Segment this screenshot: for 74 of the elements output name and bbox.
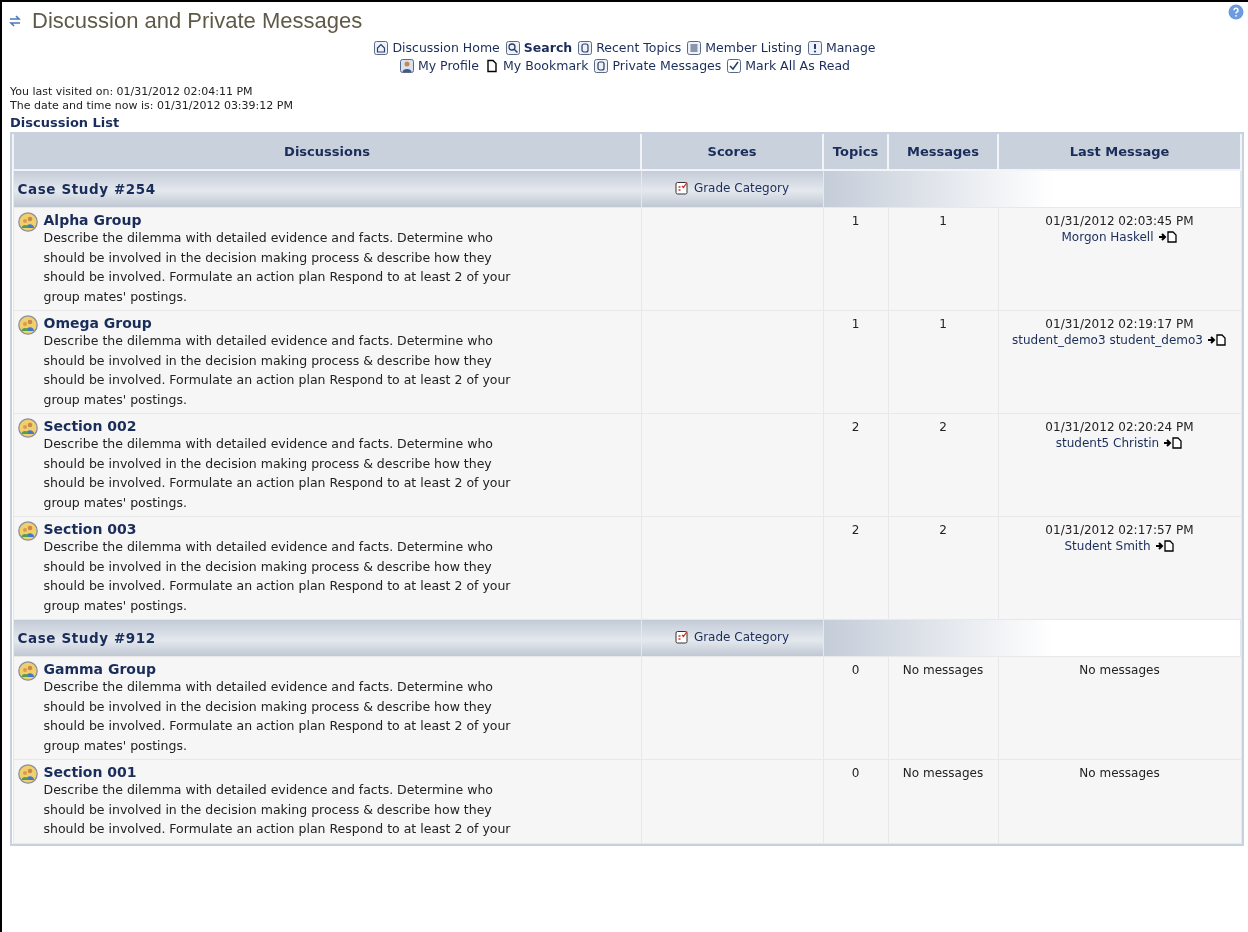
go-to-post-icon[interactable] — [1154, 540, 1175, 552]
author-link[interactable]: Morgon Haskell — [1061, 230, 1154, 244]
forum-description: Describe the dilemma with detailed evidence and facts. Determine who should be involved in the decision making process & describe how they should be involved. Formulate an action plan Respond to at least 2 of your group mates' postings. — [43, 332, 511, 409]
checkbox-icon — [727, 58, 742, 73]
forum-title[interactable]: Section 001 — [43, 764, 511, 780]
grade-icon — [674, 629, 689, 644]
nav-link[interactable]: My Bookmark — [485, 58, 589, 73]
category-title[interactable]: Case Study #254 — [13, 181, 156, 197]
nav-link[interactable]: Manage — [807, 40, 876, 55]
person-icon — [399, 58, 414, 73]
nav-link[interactable]: Mark All As Read — [727, 58, 851, 73]
exclamation-icon — [807, 40, 822, 55]
last-message-time: 01/31/2012 02:03:45 PM — [1045, 214, 1194, 228]
forum-title[interactable]: Omega Group — [43, 315, 511, 331]
nav-link[interactable]: Recent Topics — [578, 40, 682, 55]
last-message-time: 01/31/2012 02:19:17 PM — [1045, 317, 1194, 331]
topic-count: 1 — [851, 317, 860, 331]
group-icon — [17, 661, 38, 681]
sync-icon[interactable] — [8, 14, 22, 28]
nav-link[interactable]: Member Listing — [687, 40, 802, 55]
nav-link[interactable]: Private Messages — [594, 58, 722, 73]
message-count: 1 — [939, 317, 947, 331]
go-to-post-icon[interactable] — [1157, 231, 1178, 243]
message-count: No messages — [902, 663, 984, 677]
group-icon — [17, 315, 38, 335]
topic-count: 1 — [851, 214, 860, 228]
forum-title[interactable]: Section 003 — [43, 521, 511, 537]
forum-title[interactable]: Gamma Group — [43, 661, 511, 677]
author-link[interactable]: student_demo3 student_demo3 — [1012, 333, 1203, 347]
column-header: Scores — [641, 134, 823, 170]
message-count: 2 — [939, 523, 947, 537]
group-icon — [17, 764, 38, 784]
visit-info: You last visited on: 01/31/2012 02:04:11 PM — [10, 85, 254, 99]
last-message-note: No messages — [1079, 663, 1160, 677]
home-icon — [374, 40, 389, 55]
forum-description: Describe the dilemma with detailed evidence and facts. Determine who should be involved in the decision making process & describe how they should be involved. Formulate an action plan Respond to at least 2 of your group mates' postings. — [43, 229, 511, 306]
go-to-post-icon[interactable] — [1206, 334, 1227, 346]
column-header: Messages — [888, 134, 998, 170]
category-title[interactable]: Case Study #912 — [13, 630, 156, 646]
nav-link[interactable]: My Profile — [399, 58, 479, 73]
group-icon — [17, 521, 38, 541]
topic-count: 2 — [851, 420, 860, 434]
group-icon — [17, 212, 38, 232]
topic-count: 0 — [851, 663, 860, 677]
group-icon — [17, 418, 38, 438]
go-to-post-icon[interactable] — [1163, 437, 1184, 449]
forum-title[interactable]: Section 002 — [43, 418, 511, 434]
column-header: Last Message — [998, 134, 1241, 170]
forum-description: Describe the dilemma with detailed evidence and facts. Determine who should be involved in the decision making process & describe how they should be involved. Formulate an action plan Respond to at least 2 of your — [43, 781, 511, 838]
forum-description: Describe the dilemma with detailed evidence and facts. Determine who should be involved in the decision making process & describe how they should be involved. Formulate an action plan Respond to at least 2 of your group mates' postings. — [43, 678, 511, 755]
nav-link[interactable]: Discussion Home — [374, 40, 500, 55]
grade-icon — [674, 180, 689, 195]
section-title: Discussion List — [10, 115, 121, 130]
nav-link[interactable]: Search — [505, 40, 573, 55]
forum-description: Describe the dilemma with detailed evidence and facts. Determine who should be involved in the decision making process & describe how they should be involved. Formulate an action plan Respond to at least 2 of your group mates' postings. — [43, 435, 511, 512]
topic-count: 0 — [851, 766, 860, 780]
last-message-time: 01/31/2012 02:17:57 PM — [1045, 523, 1194, 537]
column-header: Discussions — [13, 134, 641, 170]
topic-count: 2 — [851, 523, 860, 537]
author-link[interactable]: student5 Christin — [1055, 436, 1160, 450]
help-icon[interactable] — [1228, 4, 1244, 20]
author-link[interactable]: Student Smith — [1064, 539, 1151, 553]
message-count: No messages — [902, 766, 984, 780]
page-icon — [485, 58, 499, 73]
message-count: 1 — [939, 214, 947, 228]
column-header: Topics — [823, 134, 888, 170]
page-title: Discussion and Private Messages — [32, 8, 364, 34]
forum-description: Describe the dilemma with detailed evidence and facts. Determine who should be involved in the decision making process & describe how they should be involved. Formulate an action plan Respond to at least 2 of your group mates' postings. — [43, 538, 511, 615]
visit-info: The date and time now is: 01/31/2012 03:39:12 PM — [10, 99, 294, 113]
forum-title[interactable]: Alpha Group — [43, 212, 511, 228]
last-message-time: 01/31/2012 02:20:24 PM — [1045, 420, 1194, 434]
message-count: 2 — [939, 420, 947, 434]
search-icon — [505, 40, 520, 55]
last-message-note: No messages — [1079, 766, 1160, 780]
